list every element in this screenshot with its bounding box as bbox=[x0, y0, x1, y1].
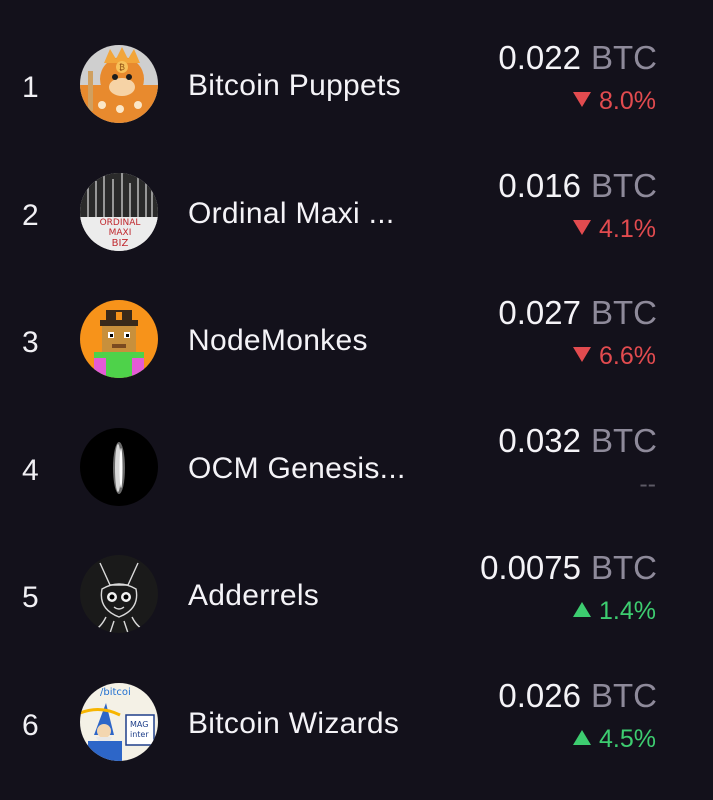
price-change: 8.0% bbox=[573, 87, 656, 116]
floor-price: 0.032 BTC bbox=[498, 422, 657, 460]
bitcoin-puppets-avatar: ₿ bbox=[80, 45, 158, 123]
svg-text:ORDINAL: ORDINAL bbox=[100, 218, 141, 228]
change-value: 8.0% bbox=[599, 87, 656, 115]
price-unit: BTC bbox=[591, 677, 657, 714]
change-value: 1.4% bbox=[599, 597, 656, 625]
change-value: 4.5% bbox=[599, 725, 656, 753]
collection-name: NodeMonkes bbox=[188, 324, 368, 357]
collection-row[interactable]: 4 OCM Genesis... 0.032 BTC -- bbox=[0, 422, 713, 532]
price-change: 1.4% bbox=[573, 597, 656, 626]
svg-text:BIZ: BIZ bbox=[112, 238, 129, 249]
collection-row[interactable]: 5 Adderrels 0.0075 BTC 1.4% bbox=[0, 549, 713, 659]
collection-name: OCM Genesis... bbox=[188, 452, 406, 485]
triangle-up-icon bbox=[573, 730, 592, 745]
triangle-down-icon bbox=[573, 92, 592, 107]
floor-price: 0.027 BTC bbox=[498, 294, 657, 332]
price-value: 0.0075 bbox=[480, 549, 581, 586]
collection-row[interactable]: 6 /bitcoi MAG inter Bitcoin Wizards 0.02… bbox=[0, 677, 713, 787]
svg-text:inter: inter bbox=[130, 730, 149, 739]
svg-text:/bitcoi: /bitcoi bbox=[100, 687, 131, 698]
change-value: 6.6% bbox=[599, 342, 656, 370]
collection-name: Bitcoin Wizards bbox=[188, 707, 400, 740]
svg-text:MAG: MAG bbox=[130, 720, 148, 729]
price-value: 0.027 bbox=[498, 294, 581, 331]
collection-row[interactable]: 1 ₿ Bitcoin Puppets 0.022 BTC 8.0% bbox=[0, 39, 713, 149]
rank-number: 6 bbox=[22, 709, 39, 742]
collection-row[interactable]: 2 ORDINAL MAXI BIZ Ordinal Maxi ... 0.01… bbox=[0, 167, 713, 277]
rank-number: 2 bbox=[22, 199, 39, 232]
ordinal-maxi-biz-avatar: ORDINAL MAXI BIZ bbox=[80, 173, 158, 251]
floor-price: 0.0075 BTC bbox=[480, 549, 657, 587]
triangle-down-icon bbox=[573, 347, 592, 362]
floor-price: 0.022 BTC bbox=[498, 39, 657, 77]
price-change: -- bbox=[639, 470, 656, 499]
rank-number: 5 bbox=[22, 581, 39, 614]
price-change: 4.5% bbox=[573, 725, 656, 754]
svg-text:₿: ₿ bbox=[119, 63, 125, 72]
price-unit: BTC bbox=[591, 294, 657, 331]
price-value: 0.026 bbox=[498, 677, 581, 714]
price-unit: BTC bbox=[591, 549, 657, 586]
triangle-up-icon bbox=[573, 602, 592, 617]
collection-ranking-list: 1 ₿ Bitcoin Puppets 0.022 BTC 8.0% 2 ORD… bbox=[0, 0, 713, 800]
floor-price: 0.026 BTC bbox=[498, 677, 657, 715]
collection-name: Adderrels bbox=[188, 579, 320, 612]
price-value: 0.016 bbox=[498, 167, 581, 204]
rank-number: 4 bbox=[22, 454, 39, 487]
price-change: 4.1% bbox=[573, 215, 656, 244]
change-value: -- bbox=[639, 470, 656, 498]
adderrels-avatar bbox=[80, 555, 158, 633]
nodemonkes-avatar bbox=[80, 300, 158, 378]
collection-name: Bitcoin Puppets bbox=[188, 69, 401, 102]
price-value: 0.032 bbox=[498, 422, 581, 459]
rank-number: 1 bbox=[22, 71, 39, 104]
collection-name: Ordinal Maxi ... bbox=[188, 197, 395, 230]
bitcoin-wizards-avatar: /bitcoi MAG inter bbox=[80, 683, 158, 761]
collection-row[interactable]: 3 NodeMonkes 0.027 BTC 6.6% bbox=[0, 294, 713, 404]
price-unit: BTC bbox=[591, 422, 657, 459]
change-value: 4.1% bbox=[599, 215, 656, 243]
rank-number: 3 bbox=[22, 326, 39, 359]
price-unit: BTC bbox=[591, 167, 657, 204]
price-value: 0.022 bbox=[498, 39, 581, 76]
svg-text:MAXI: MAXI bbox=[109, 228, 132, 238]
floor-price: 0.016 BTC bbox=[498, 167, 657, 205]
price-change: 6.6% bbox=[573, 342, 656, 371]
ocm-genesis-avatar bbox=[80, 428, 158, 506]
price-unit: BTC bbox=[591, 39, 657, 76]
triangle-down-icon bbox=[573, 220, 592, 235]
